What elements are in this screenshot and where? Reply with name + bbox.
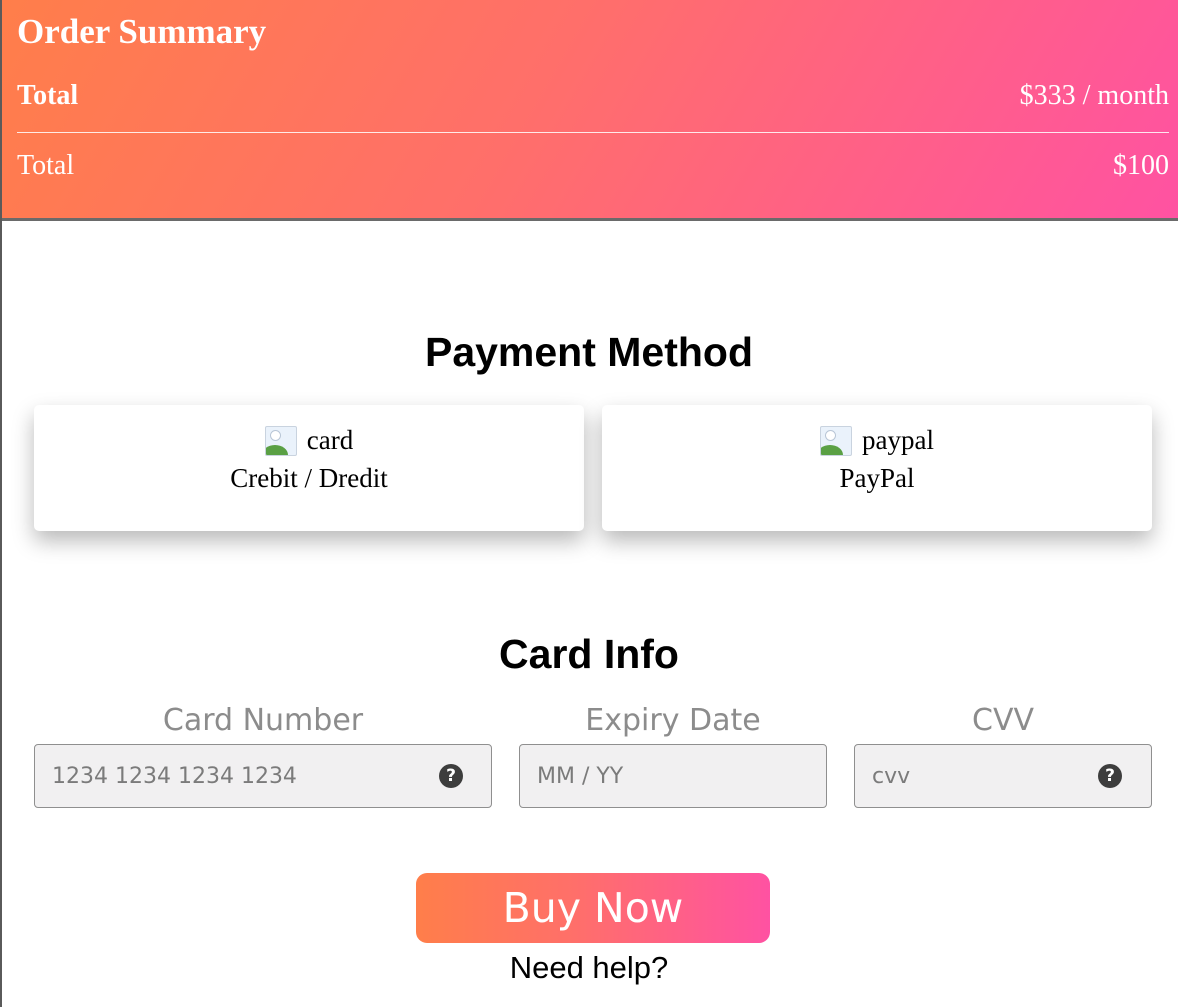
payment-option-label: Crebit / Dredit bbox=[230, 463, 388, 493]
card-number-field: ? bbox=[34, 744, 492, 808]
expiry-date-input[interactable] bbox=[537, 745, 807, 807]
card-info-title: Card Info bbox=[499, 631, 679, 677]
image-alt-text: paypal bbox=[862, 425, 934, 455]
expiry-date-field bbox=[519, 744, 827, 808]
cvv-label: CVV bbox=[972, 703, 1034, 738]
summary-row-monthly: Total $333 / month bbox=[17, 80, 1169, 112]
broken-image-icon bbox=[264, 425, 297, 456]
payment-option-image: paypal bbox=[602, 425, 1152, 456]
payment-method-title: Payment Method bbox=[424, 329, 754, 375]
buy-now-button[interactable]: Buy Now bbox=[416, 873, 770, 943]
summary-divider bbox=[17, 132, 1169, 133]
payment-option-image: card bbox=[34, 425, 584, 456]
card-number-label: Card Number bbox=[162, 703, 364, 738]
card-number-input[interactable] bbox=[52, 745, 432, 807]
summary-row-label: Total bbox=[17, 80, 79, 111]
order-summary-title: Order Summary bbox=[17, 12, 267, 51]
question-circle-icon[interactable]: ? bbox=[1098, 764, 1122, 788]
summary-row-value: $333 / month bbox=[1019, 80, 1169, 111]
cvv-input[interactable] bbox=[872, 745, 1082, 807]
summary-row-total: Total $100 bbox=[17, 150, 1169, 182]
image-alt-text: card bbox=[306, 425, 354, 455]
payment-option-card[interactable]: card Crebit / Dredit bbox=[34, 405, 584, 531]
payment-option-paypal[interactable]: paypal PayPal bbox=[602, 405, 1152, 531]
payment-option-label: PayPal bbox=[839, 463, 915, 493]
expiry-date-label: Expiry Date bbox=[585, 703, 761, 738]
summary-row-label: Total bbox=[17, 150, 75, 181]
cvv-field: ? bbox=[854, 744, 1152, 808]
order-summary-panel: Order Summary Total $333 / month Total $… bbox=[2, 0, 1178, 221]
question-circle-icon[interactable]: ? bbox=[439, 764, 463, 788]
broken-image-icon bbox=[820, 425, 852, 456]
summary-row-value: $100 bbox=[1113, 150, 1169, 181]
need-help-link[interactable]: Need help? bbox=[0, 950, 1178, 986]
